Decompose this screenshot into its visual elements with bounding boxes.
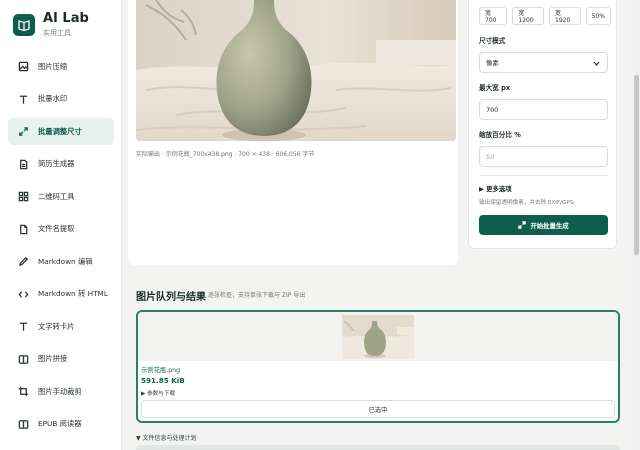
start-batch-label: 开始批量生成 (530, 221, 569, 230)
sidebar-item-label: 批量水印 (38, 94, 68, 103)
result-thumbnail (342, 315, 414, 359)
sidebar-item-label: 图片压缩 (38, 61, 68, 71)
result-file-size: 591.85 KiB (141, 376, 185, 385)
queue-title: 图片队列与结果 (136, 292, 206, 303)
scrollbar-thumb[interactable] (634, 75, 639, 255)
preset-width-1200-button[interactable]: 宽 1200 (512, 7, 545, 25)
sidebar-item-batch-watermark[interactable]: 批量水印 (8, 86, 114, 113)
sidebar-item-label: 文字转卡片 (38, 321, 75, 331)
params-download-toggle[interactable]: ▶ 参数与下载 (141, 389, 175, 397)
preset-width-1920-button[interactable]: 宽 1920 (549, 7, 581, 25)
more-options-toggle[interactable]: ▶ 更多选项 (479, 184, 512, 193)
document-icon (17, 158, 29, 170)
sidebar-nav: 图片压缩 批量水印 批量调整尺寸 简历生成器 二维码工具 文件名提取 Markd… (8, 53, 114, 443)
resize-arrows-icon (17, 126, 29, 138)
selected-status-button[interactable]: 已选中 (141, 400, 615, 418)
sidebar-item-text-card[interactable]: 文字转卡片 (8, 313, 114, 340)
sidebar-item-batch-resize[interactable]: 批量调整尺寸 (8, 118, 114, 145)
max-width-label: 最大宽 px (479, 84, 511, 92)
result-item[interactable]: 示例花瓶.png 591.85 KiB ▶ 参数与下载 已选中 (136, 310, 620, 423)
sidebar-item-image-stitch[interactable]: 图片拼接 (8, 346, 114, 373)
pen-icon (17, 256, 29, 268)
sidebar-item-label: 批量调整尺寸 (38, 126, 82, 136)
preset-width-700-button[interactable]: 宽 700 (479, 7, 508, 25)
size-mode-label: 尺寸模式 (479, 37, 506, 45)
preview-image (136, 0, 456, 141)
sidebar-item-markdown-html[interactable]: Markdown 转 HTML (8, 281, 114, 308)
preview-card: 实际输出 · 示例花瓶_700x438.png · 700 × 438 · 60… (128, 0, 458, 265)
max-width-input[interactable]: 700 (479, 99, 608, 120)
preset-50-percent-button[interactable]: 50% (585, 7, 611, 25)
scale-percent-input[interactable]: 50 (479, 146, 608, 167)
image-icon (17, 61, 29, 73)
preset-buttons: 宽 700 宽 1200 宽 1920 50% (479, 7, 616, 25)
start-batch-button[interactable]: 开始批量生成 (479, 215, 608, 235)
queue-subtitle: 逐张检查，支持单张下载与 ZIP 导出 (208, 292, 306, 299)
sidebar-item-manual-crop[interactable]: 图片手动裁剪 (8, 378, 114, 405)
sidebar: AI Lab 实用工具 图片压缩 批量水印 批量调整尺寸 简历生成器 二维码工具… (0, 0, 122, 450)
sidebar-item-markdown-edit[interactable]: Markdown 编辑 (8, 248, 114, 275)
text-t-icon (17, 321, 29, 333)
more-options-note: 输出保留透明像素，并去除 EXIF/GPS。 (479, 200, 579, 206)
page-scrollbar[interactable] (633, 0, 640, 450)
settings-panel: 宽 700 宽 1200 宽 1920 50% 尺寸模式 像素 最大宽 px 7… (468, 0, 617, 249)
sidebar-item-label: Markdown 编辑 (38, 256, 93, 266)
sidebar-item-label: 文件名提取 (38, 224, 75, 233)
book-open-icon (17, 418, 29, 430)
sidebar-item-label: 图片拼接 (38, 354, 68, 363)
scale-percent-label: 缩放百分比 % (479, 131, 521, 139)
resize-arrows-icon (518, 221, 527, 229)
text-t-icon (17, 93, 29, 105)
sidebar-item-label: 图片手动裁剪 (38, 386, 82, 396)
thumbnail-area (138, 312, 618, 361)
code-icon (17, 288, 29, 300)
brand[interactable]: AI Lab 实用工具 (13, 12, 89, 38)
size-mode-select[interactable]: 像素 (479, 52, 608, 73)
main-content: 实际输出 · 示例花瓶_700x438.png · 700 × 438 · 60… (122, 0, 633, 450)
book-icon (13, 14, 35, 36)
book-open-icon (17, 353, 29, 365)
preview-caption: 实际输出 · 示例花瓶_700x438.png · 700 × 438 · 60… (136, 151, 315, 158)
sidebar-item-qrcode[interactable]: 二维码工具 (8, 183, 114, 210)
file-icon (17, 223, 29, 235)
crop-icon (17, 386, 29, 398)
app-subtitle: 实用工具 (43, 29, 71, 37)
sidebar-item-filename-extract[interactable]: 文件名提取 (8, 216, 114, 243)
sidebar-item-epub-reader[interactable]: EPUB 阅读器 (8, 411, 114, 438)
grid-icon (17, 191, 29, 203)
sidebar-item-label: 二维码工具 (38, 191, 75, 201)
result-file-name: 示例花瓶.png (141, 367, 181, 374)
chevron-down-icon (592, 59, 601, 68)
size-mode-value: 像素 (486, 59, 499, 67)
sidebar-item-label: EPUB 阅读器 (38, 419, 82, 428)
sidebar-item-label: Markdown 转 HTML (38, 289, 108, 298)
next-section-edge (136, 445, 620, 450)
file-info-toggle[interactable]: ▼ 文件信息与处理计划 (136, 433, 197, 442)
sidebar-item-resume[interactable]: 简历生成器 (8, 151, 114, 178)
sidebar-item-label: 简历生成器 (38, 159, 75, 168)
divider (479, 175, 608, 176)
sidebar-item-image-compress[interactable]: 图片压缩 (8, 53, 114, 80)
app-title: AI Lab (43, 11, 89, 26)
